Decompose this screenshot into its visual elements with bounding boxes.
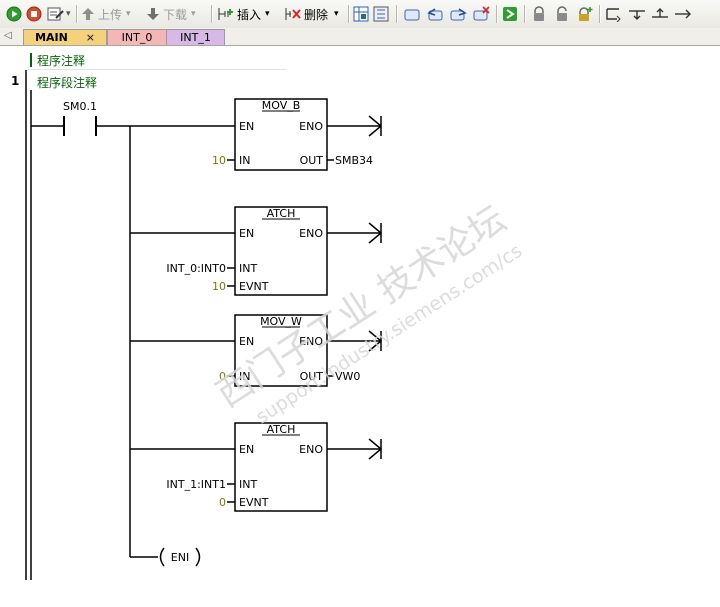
pin-int: INT (239, 262, 257, 275)
coil-instruction[interactable]: ENI (171, 551, 189, 564)
contact-address[interactable]: SM0.1 (63, 100, 97, 113)
block-title: MOV_B (262, 99, 301, 112)
operand-constant[interactable]: 0 (219, 496, 226, 509)
pin-eno: ENO (299, 443, 323, 456)
operand-interrupt[interactable]: INT_0:INT0 (166, 262, 226, 275)
pin-int: INT (239, 478, 257, 491)
pin-in: IN (239, 154, 250, 167)
operand-output[interactable]: SMB34 (335, 154, 373, 167)
operand-constant[interactable]: 10 (212, 154, 226, 167)
pin-en: EN (239, 120, 254, 133)
watermark-title: 西门子工业 技术论坛 (210, 199, 514, 416)
operand-constant[interactable]: 10 (212, 280, 226, 293)
ladder-diagram: SM0.1 MOV_B EN ENO IN OUT 10 SMB34 ATCH … (25, 70, 526, 580)
pin-en: EN (239, 443, 254, 456)
pin-out: OUT (300, 154, 324, 167)
pin-evnt: EVNT (239, 496, 269, 509)
coil-left-paren (159, 547, 165, 567)
pin-eno: ENO (299, 227, 323, 240)
pin-evnt: EVNT (239, 280, 269, 293)
pin-eno: ENO (299, 120, 323, 133)
pin-en: EN (239, 335, 254, 348)
operand-interrupt[interactable]: INT_1:INT1 (166, 478, 226, 491)
block-title: ATCH (267, 423, 296, 436)
block-title: ATCH (267, 207, 296, 220)
coil-right-paren (195, 547, 201, 567)
pin-en: EN (239, 227, 254, 240)
